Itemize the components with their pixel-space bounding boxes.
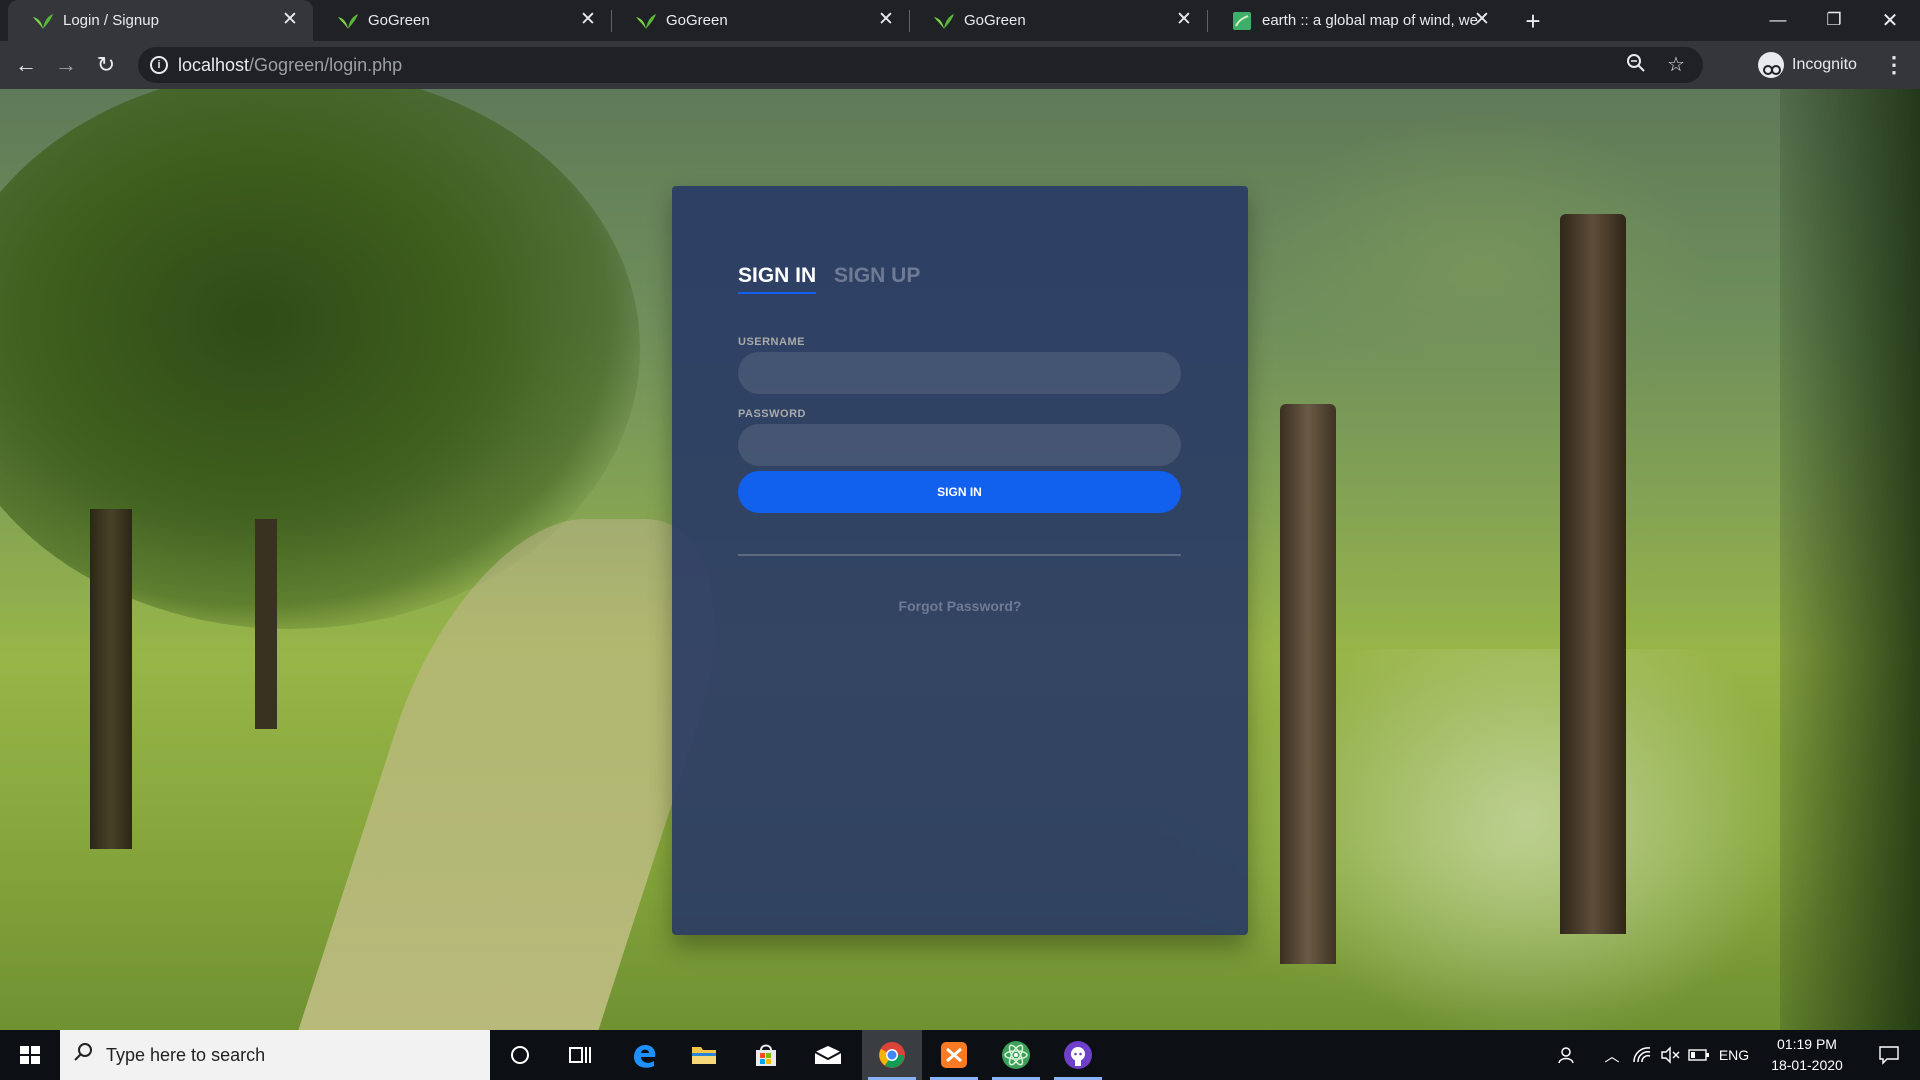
search-icon — [60, 1041, 106, 1069]
minimize-icon[interactable]: — — [1750, 0, 1806, 40]
leaf-favicon-icon — [33, 14, 53, 29]
password-label: PASSWORD — [738, 408, 806, 420]
url-text[interactable]: localhost/Gogreen/login.php — [178, 55, 402, 76]
windows-taskbar: Type here to search ︿ ENG 01:19 PM 18-01… — [0, 1030, 1920, 1080]
username-input[interactable] — [738, 352, 1181, 394]
battery-icon[interactable] — [1684, 1030, 1714, 1080]
task-view-icon[interactable] — [550, 1030, 610, 1080]
windows-start-icon[interactable] — [10, 1040, 50, 1070]
username-label: USERNAME — [738, 336, 805, 348]
github-icon[interactable] — [1048, 1030, 1108, 1080]
network-icon[interactable] — [1628, 1030, 1656, 1080]
browser-tab-gogreen-3[interactable]: GoGreen ✕ — [909, 0, 1208, 41]
clock-date: 18-01-2020 — [1771, 1057, 1843, 1073]
browser-tab-gogreen-2[interactable]: GoGreen ✕ — [611, 0, 910, 41]
incognito-label: Incognito — [1792, 56, 1857, 73]
browser-tab-login-signup[interactable]: Login / Signup ✕ — [8, 0, 313, 41]
clock-time: 01:19 PM — [1777, 1036, 1837, 1052]
url-path: /Gogreen/login.php — [249, 55, 403, 75]
mail-icon[interactable] — [798, 1030, 858, 1080]
leaf-favicon-icon — [636, 14, 656, 29]
background-fence-post — [1560, 214, 1626, 934]
reload-icon[interactable]: ↻ — [90, 49, 122, 81]
login-card: SIGN IN SIGN UP USERNAME PASSWORD SIGN I… — [672, 186, 1248, 935]
bookmark-star-icon[interactable]: ☆ — [1664, 53, 1688, 77]
show-hidden-icons-icon[interactable]: ︿ — [1598, 1030, 1626, 1080]
forgot-password-link[interactable]: Forgot Password? — [672, 598, 1248, 614]
chrome-icon[interactable] — [862, 1030, 922, 1080]
edge-icon[interactable] — [614, 1030, 674, 1080]
volume-muted-icon[interactable] — [1656, 1030, 1684, 1080]
background-fence-post — [1280, 404, 1336, 964]
browser-tab-gogreen-1[interactable]: GoGreen ✕ — [313, 0, 612, 41]
divider — [738, 554, 1181, 556]
url-host: localhost — [178, 55, 250, 75]
close-tab-icon[interactable]: ✕ — [875, 9, 897, 31]
tab-title: Login / Signup — [63, 12, 159, 29]
browser-tab-earth[interactable]: earth :: a global map of wind, we ✕ — [1207, 0, 1505, 41]
close-tab-icon[interactable]: ✕ — [279, 9, 301, 31]
back-icon[interactable]: ← — [10, 49, 42, 81]
language-indicator[interactable]: ENG — [1714, 1030, 1754, 1080]
restore-icon[interactable]: ❐ — [1806, 0, 1862, 40]
xampp-icon[interactable] — [924, 1030, 984, 1080]
leaf-favicon-icon — [934, 14, 954, 29]
atom-icon[interactable] — [986, 1030, 1046, 1080]
browser-toolbar: ← → ↻ i localhost/Gogreen/login.php ☆ In… — [0, 41, 1920, 89]
tab-strip: Login / Signup ✕ GoGreen ✕ GoGreen ✕ GoG… — [0, 0, 1920, 41]
file-explorer-icon[interactable] — [674, 1030, 734, 1080]
background-tree-trunk — [90, 509, 132, 849]
close-tab-icon[interactable]: ✕ — [1471, 9, 1493, 31]
earth-favicon-icon — [1233, 12, 1251, 30]
tab-title: earth :: a global map of wind, we — [1262, 12, 1478, 29]
clock[interactable]: 01:19 PM 18-01-2020 — [1757, 1034, 1857, 1076]
tab-title: GoGreen — [964, 12, 1026, 29]
tab-sign-in[interactable]: SIGN IN — [738, 264, 817, 294]
background-tree-trunk — [255, 519, 277, 729]
sign-in-button[interactable]: SIGN IN — [738, 471, 1181, 513]
menu-icon[interactable]: ⋮ — [1882, 51, 1906, 79]
page-viewport: SIGN IN SIGN UP USERNAME PASSWORD SIGN I… — [0, 89, 1920, 1030]
tab-sign-up[interactable]: SIGN UP — [834, 264, 920, 288]
search-placeholder: Type here to search — [106, 1044, 266, 1065]
cortana-icon[interactable] — [490, 1030, 550, 1080]
action-center-icon[interactable] — [1864, 1030, 1914, 1080]
store-icon[interactable] — [736, 1030, 796, 1080]
close-tab-icon[interactable]: ✕ — [577, 9, 599, 31]
taskbar-search-box[interactable]: Type here to search — [60, 1030, 490, 1080]
site-info-icon[interactable]: i — [150, 56, 168, 74]
close-window-icon[interactable]: ✕ — [1862, 0, 1918, 40]
tab-title: GoGreen — [666, 12, 728, 29]
new-tab-icon[interactable]: + — [1518, 6, 1548, 36]
incognito-icon — [1758, 52, 1784, 78]
background-tree-right — [1780, 89, 1920, 1030]
tab-title: GoGreen — [368, 12, 430, 29]
forward-icon[interactable]: → — [50, 49, 82, 81]
leaf-favicon-icon — [338, 14, 358, 29]
password-input[interactable] — [738, 424, 1181, 466]
incognito-profile-button[interactable]: Incognito — [1752, 48, 1870, 82]
address-bar[interactable]: i localhost/Gogreen/login.php ☆ — [138, 47, 1703, 83]
close-tab-icon[interactable]: ✕ — [1173, 9, 1195, 31]
people-icon[interactable] — [1552, 1030, 1584, 1080]
zoom-icon[interactable] — [1624, 53, 1648, 77]
